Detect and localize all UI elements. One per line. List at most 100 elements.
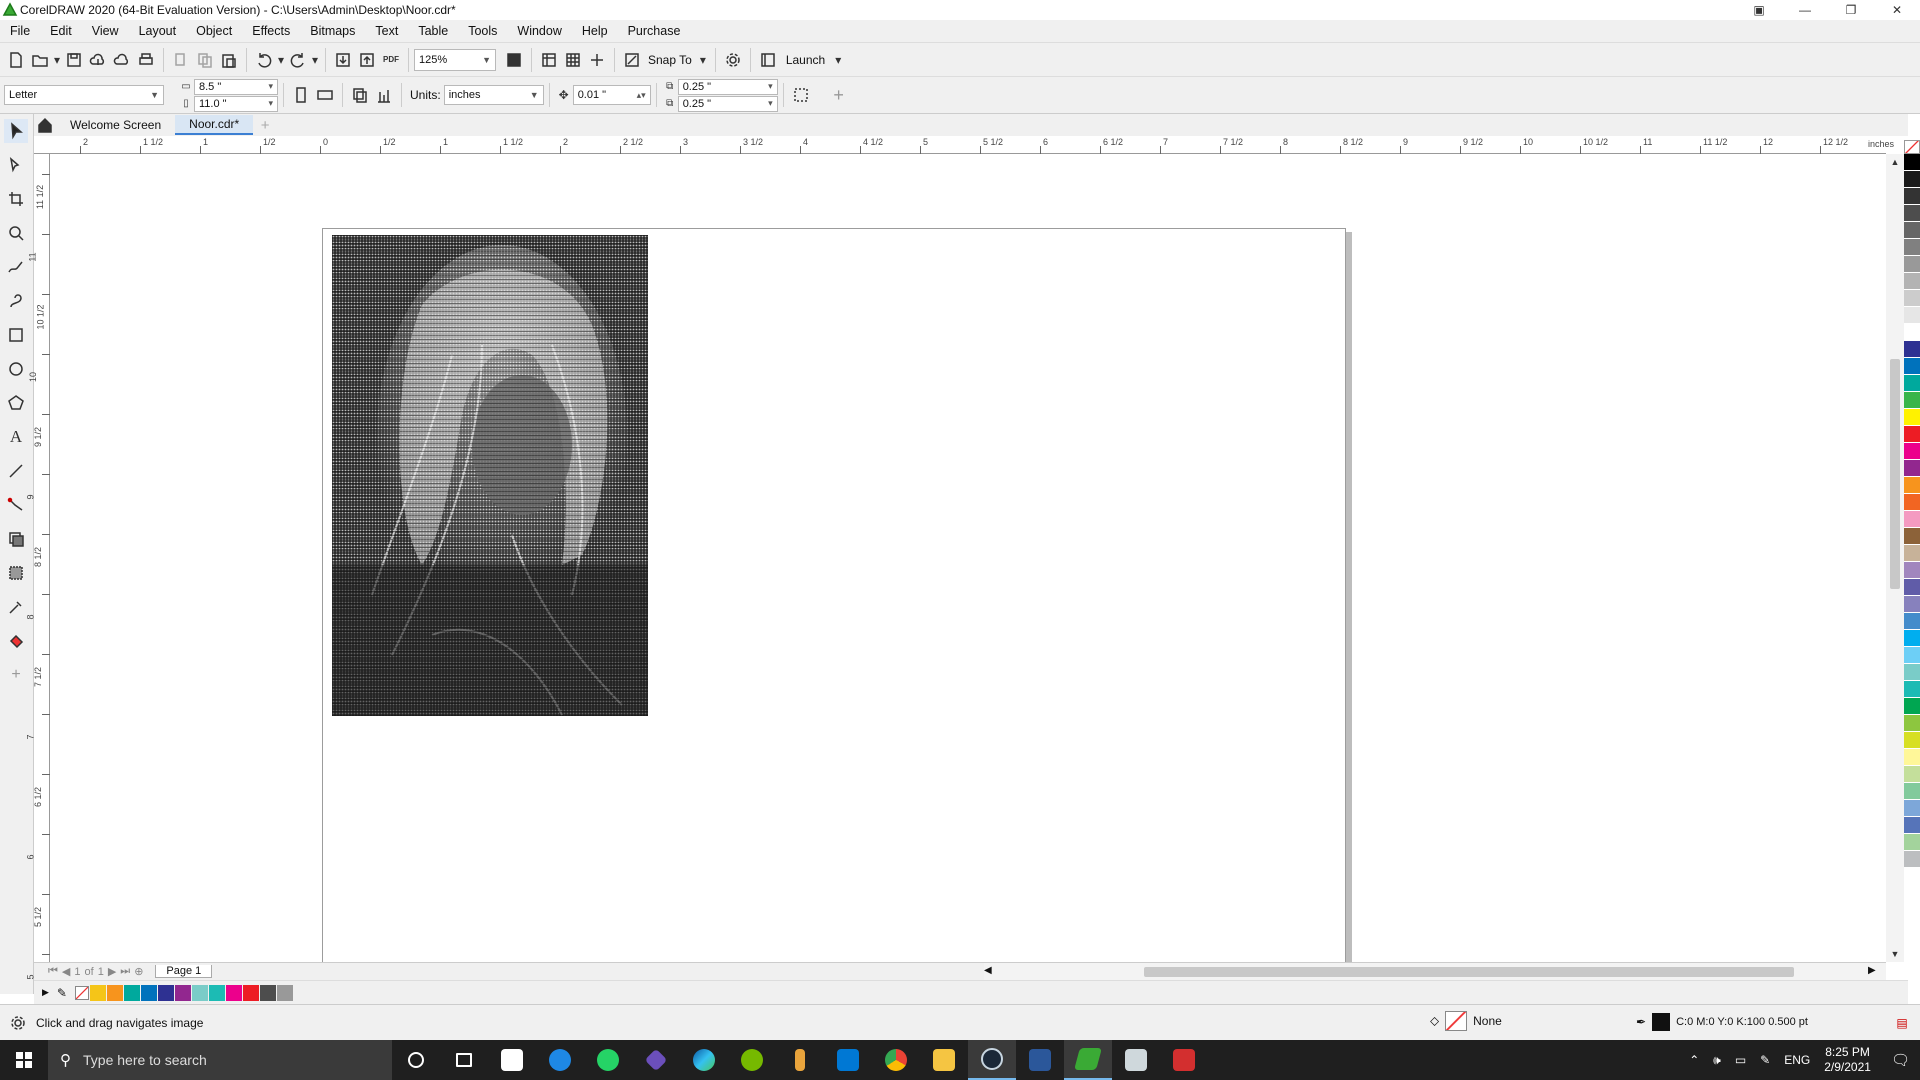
color-swatch[interactable]	[1904, 732, 1920, 749]
cortana-icon[interactable]	[392, 1040, 440, 1080]
document-color-swatch[interactable]	[157, 984, 174, 1001]
color-swatch[interactable]	[1904, 392, 1920, 409]
edge-legacy-icon[interactable]	[536, 1040, 584, 1080]
file-explorer-icon[interactable]	[920, 1040, 968, 1080]
menu-purchase[interactable]: Purchase	[618, 24, 691, 38]
pen-workspace-icon[interactable]: ✎	[1760, 1053, 1770, 1067]
paste-icon[interactable]	[217, 48, 241, 72]
fill-indicator[interactable]: ⬦ None	[1430, 1011, 1502, 1031]
no-color-swatch[interactable]	[74, 985, 89, 1000]
new-tab-icon[interactable]: +	[253, 113, 277, 137]
edit-bleed-icon[interactable]	[789, 83, 813, 107]
color-swatch[interactable]	[1904, 664, 1920, 681]
color-swatch[interactable]	[1904, 222, 1920, 239]
cloud-download-icon[interactable]	[110, 48, 134, 72]
minimize-button[interactable]: —	[1782, 0, 1828, 20]
add-page-icon[interactable]: ⊕	[134, 965, 143, 978]
last-page-icon[interactable]: ⏭	[120, 965, 130, 978]
polygon-tool-icon[interactable]	[4, 391, 28, 415]
spinner-icon[interactable]: ▴▾	[637, 90, 646, 101]
taskbar-search-box[interactable]: ⚲ Type here to search	[48, 1040, 392, 1080]
scroll-left-icon[interactable]: ◀	[984, 965, 992, 976]
pick-tool-icon[interactable]	[4, 119, 28, 143]
color-swatch[interactable]	[1904, 324, 1920, 341]
snap-off-icon[interactable]	[620, 48, 644, 72]
color-proof-icon[interactable]: ▤	[1890, 1011, 1914, 1035]
scroll-down-icon[interactable]: ▼	[1886, 946, 1904, 962]
acrobat-icon[interactable]	[1160, 1040, 1208, 1080]
ellipse-tool-icon[interactable]	[4, 357, 28, 381]
document-color-swatch[interactable]	[225, 984, 242, 1001]
menu-table[interactable]: Table	[408, 24, 458, 38]
whatsapp-icon[interactable]	[584, 1040, 632, 1080]
color-swatch[interactable]	[1904, 341, 1920, 358]
horizontal-scrollbar[interactable]: ◀ ▶	[984, 962, 1886, 980]
windows-start-icon[interactable]	[0, 1040, 48, 1080]
tab-welcome-screen[interactable]: Welcome Screen	[56, 115, 175, 135]
next-page-icon[interactable]: ▶	[108, 965, 116, 978]
color-swatch[interactable]	[1904, 698, 1920, 715]
color-swatch[interactable]	[1904, 188, 1920, 205]
notifications-icon[interactable]: 🗨	[1891, 1051, 1910, 1069]
add-tool-icon[interactable]: +	[4, 663, 28, 687]
halftone-bitmap-image[interactable]	[332, 235, 648, 716]
prev-page-icon[interactable]: ◀	[62, 965, 70, 978]
color-swatch[interactable]	[1904, 290, 1920, 307]
color-swatch[interactable]	[1904, 579, 1920, 596]
document-color-swatch[interactable]	[174, 984, 191, 1001]
color-swatch[interactable]	[1904, 596, 1920, 613]
menu-edit[interactable]: Edit	[40, 24, 82, 38]
publish-pdf-icon[interactable]: PDF	[379, 48, 403, 72]
color-swatch[interactable]	[1904, 375, 1920, 392]
color-swatch[interactable]	[1904, 817, 1920, 834]
landscape-icon[interactable]	[313, 83, 337, 107]
color-swatch[interactable]	[1904, 205, 1920, 222]
home-icon[interactable]	[34, 113, 56, 137]
drop-shadow-icon[interactable]	[4, 527, 28, 551]
rectangle-tool-icon[interactable]	[4, 323, 28, 347]
steam-icon[interactable]	[968, 1040, 1016, 1080]
zoom-level-select[interactable]: 125% ▼	[414, 48, 496, 71]
color-swatch[interactable]	[1904, 460, 1920, 477]
launch-icon[interactable]	[756, 48, 780, 72]
eyedropper-icon[interactable]	[4, 595, 28, 619]
undo-dropdown-icon[interactable]: ▾	[276, 48, 286, 72]
spinner-icon[interactable]: ▾	[268, 98, 273, 109]
color-swatch[interactable]	[1904, 528, 1920, 545]
xbox-icon[interactable]	[728, 1040, 776, 1080]
edge-icon[interactable]	[680, 1040, 728, 1080]
add-icon[interactable]: +	[827, 83, 851, 107]
menu-tools[interactable]: Tools	[458, 24, 507, 38]
scroll-up-icon[interactable]: ▲	[1886, 154, 1904, 170]
cloud-upload-icon[interactable]	[86, 48, 110, 72]
color-swatch[interactable]	[1904, 477, 1920, 494]
network-icon[interactable]: ▭	[1735, 1053, 1746, 1067]
launch-label[interactable]: Launch	[786, 53, 825, 67]
color-swatch[interactable]	[1904, 647, 1920, 664]
color-swatch[interactable]	[1904, 681, 1920, 698]
document-color-swatch[interactable]	[123, 984, 140, 1001]
redo-dropdown-icon[interactable]: ▾	[310, 48, 320, 72]
color-swatch[interactable]	[1904, 851, 1920, 868]
new-document-icon[interactable]	[4, 48, 28, 72]
interactive-fill-icon[interactable]	[4, 629, 28, 653]
color-swatch[interactable]	[1904, 613, 1920, 630]
show-guidelines-icon[interactable]	[585, 48, 609, 72]
show-grid-icon[interactable]	[561, 48, 585, 72]
current-page-icon[interactable]	[372, 83, 396, 107]
clock[interactable]: 8:25 PM 2/9/2021	[1824, 1045, 1871, 1075]
color-swatch[interactable]	[1904, 273, 1920, 290]
color-swatch[interactable]	[1904, 545, 1920, 562]
chevron-up-icon[interactable]: ⌃	[1689, 1053, 1699, 1067]
spinner-icon[interactable]: ▾	[768, 98, 773, 109]
save-icon[interactable]	[62, 48, 86, 72]
duplicate-x-input[interactable]: 0.25 " ▾	[677, 78, 778, 95]
gear-icon[interactable]	[6, 1011, 30, 1035]
redo-icon[interactable]	[286, 48, 310, 72]
color-swatch[interactable]	[1904, 630, 1920, 647]
coreldraw-taskbar-icon[interactable]	[1064, 1040, 1112, 1080]
first-page-icon[interactable]: ⏮	[48, 965, 58, 978]
menu-help[interactable]: Help	[572, 24, 618, 38]
open-dropdown-icon[interactable]: ▾	[52, 48, 62, 72]
no-color-swatch[interactable]	[1904, 140, 1920, 154]
